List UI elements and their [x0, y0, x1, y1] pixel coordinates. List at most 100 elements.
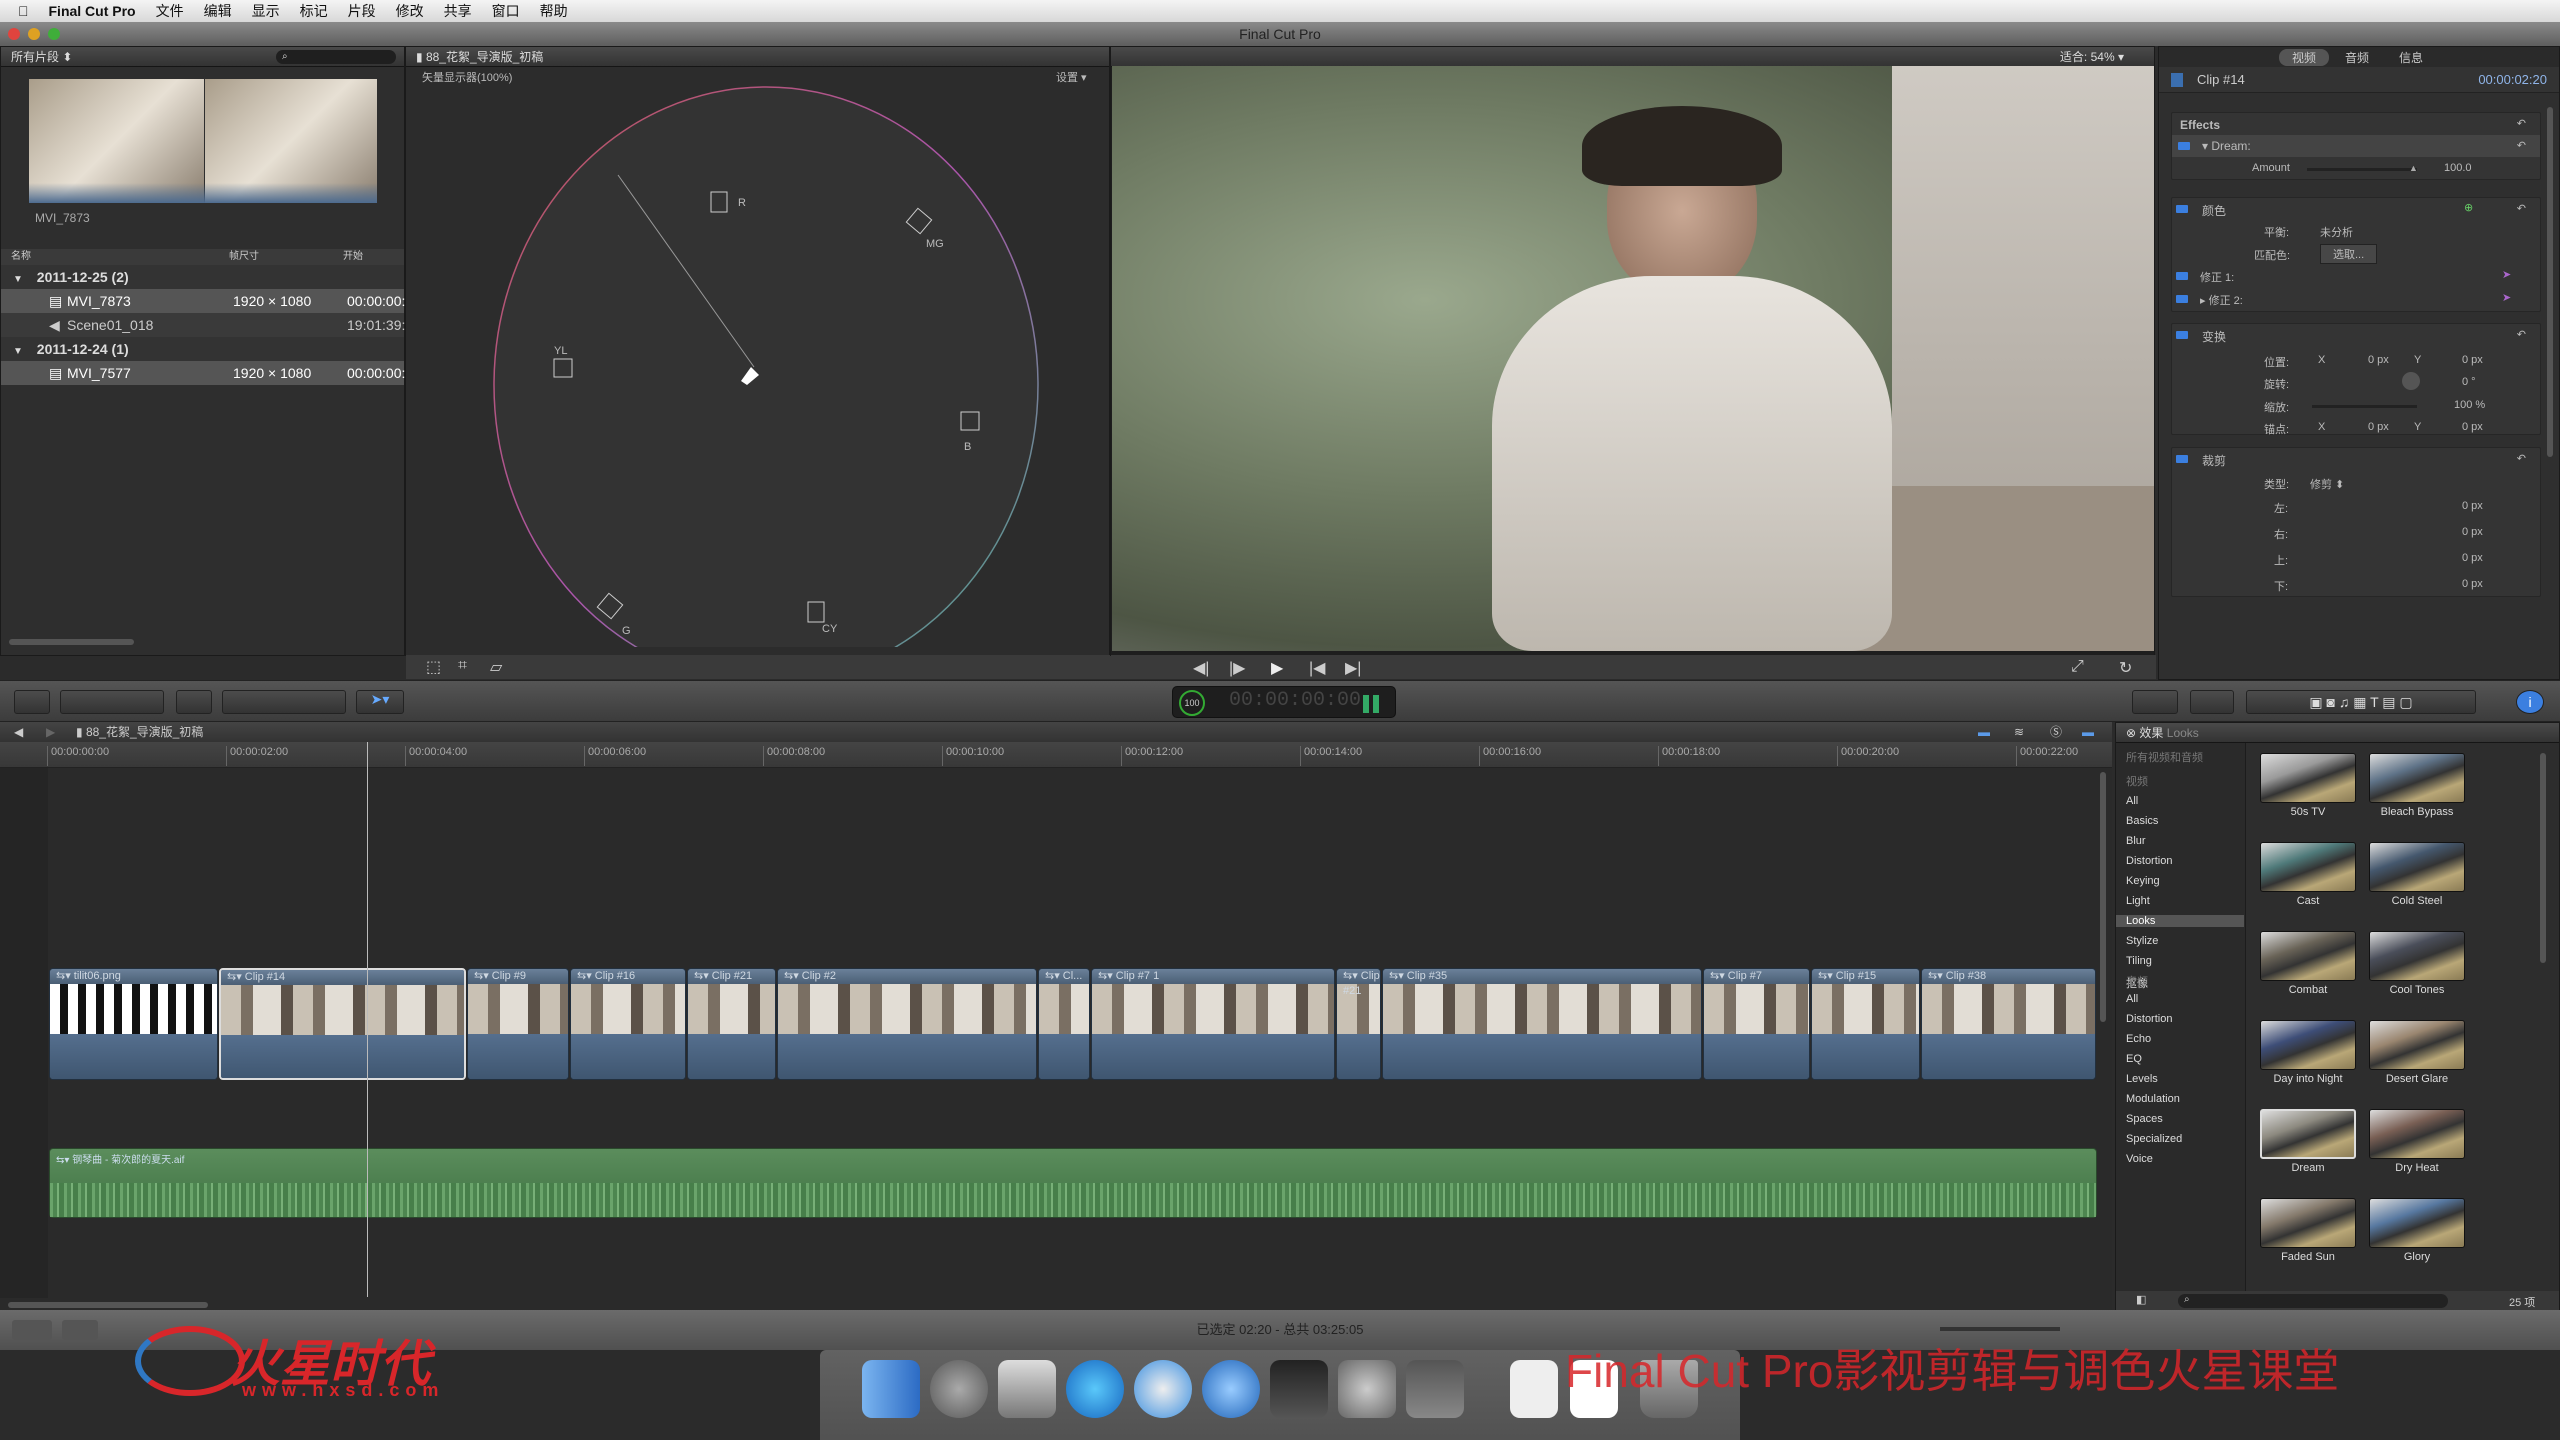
timeline-clip[interactable]: ⇆▾ tilit06.png [49, 968, 218, 1080]
crop-left-value[interactable]: 0 px [2462, 500, 2483, 512]
menu-app[interactable]: Final Cut Pro [49, 3, 136, 19]
add-correction-icon[interactable]: ⊕ [2464, 201, 2473, 214]
edit-buttons[interactable] [222, 690, 346, 714]
effect-category[interactable]: Voice [2126, 1153, 2153, 1165]
effect-category[interactable]: All [2126, 993, 2138, 1005]
go-end-icon[interactable]: ▶| [1345, 658, 1361, 678]
effect-category[interactable]: All [2126, 795, 2138, 807]
solo-icon[interactable]: Ⓢ [2050, 722, 2062, 742]
keyword-button[interactable] [176, 690, 212, 714]
list-item[interactable]: ▤ MVI_7577 1920 × 1080 00:00:00: [1, 361, 405, 385]
menu-modify[interactable]: 修改 [396, 1, 424, 21]
scale-slider[interactable] [2312, 405, 2417, 408]
reset-icon[interactable]: ↶ [2517, 328, 2526, 341]
effect-category[interactable]: Distortion [2126, 1013, 2172, 1025]
tab-audio[interactable]: 音频 [2345, 49, 2369, 66]
system-preferences-icon[interactable] [1338, 1360, 1396, 1418]
scale-value[interactable]: 100 % [2454, 399, 2485, 411]
effects-search-input[interactable]: ⌕ [2178, 1294, 2448, 1308]
close-effects-icon[interactable]: ⊗ [2126, 726, 2136, 740]
col-start[interactable]: 开始 [343, 249, 363, 265]
timeline-clip[interactable]: ⇆▾ Clip #15 [1811, 968, 1920, 1080]
col-name[interactable]: 名称 [11, 249, 31, 265]
crop-top-value[interactable]: 0 px [2462, 552, 2483, 564]
safari-icon[interactable] [1134, 1360, 1192, 1418]
inspector-toggle-icon[interactable]: i [2516, 690, 2544, 714]
zoom-button[interactable] [48, 28, 60, 40]
timeline-ruler[interactable]: 00:00:00:00 00:00:02:00 00:00:04:00 00:00:0… [0, 742, 2112, 768]
tab-video[interactable]: 视频 [2279, 49, 2329, 66]
timeline-clip[interactable]: ⇆▾ Clip #38 [1921, 968, 2096, 1080]
effect-category[interactable]: Spaces [2126, 1113, 2163, 1125]
menu-window[interactable]: 窗口 [492, 1, 520, 21]
effect-category[interactable]: Levels [2126, 1073, 2158, 1085]
reset-icon[interactable]: ↶ [2517, 452, 2526, 465]
effect-thumbnail[interactable]: Combat [2258, 931, 2358, 996]
crop-enable-checkbox[interactable] [2176, 455, 2188, 463]
amount-slider[interactable]: ▲ [2307, 163, 2418, 173]
effect-category[interactable]: Stylize [2126, 935, 2158, 947]
effect-thumbnail[interactable]: Cold Steel [2367, 842, 2467, 907]
effect-category[interactable]: Specialized [2126, 1133, 2182, 1145]
timeline-clip[interactable]: ⇆▾ Clip #21 [687, 968, 776, 1080]
effect-thumbnail[interactable]: Day into Night [2258, 1020, 2358, 1085]
back-icon[interactable]: ◀ [14, 722, 23, 742]
disclosure-icon[interactable]: ▼ [13, 346, 23, 357]
menu-clip[interactable]: 片段 [348, 1, 376, 21]
sidebar-toggle-icon[interactable]: ◧ [2136, 1293, 2146, 1306]
import-button[interactable] [14, 690, 50, 714]
select-tool-button[interactable]: ➤▾ [356, 690, 404, 714]
xml-file-icon[interactable] [1510, 1360, 1558, 1418]
color-board-icon[interactable]: ➤ [2502, 268, 2511, 281]
prev-frame-icon[interactable]: ◀| [1193, 658, 1209, 678]
zoom-dropdown[interactable]: 54% [2091, 50, 2115, 64]
final-cut-pro-icon[interactable] [1270, 1360, 1328, 1418]
crop-tool-icon[interactable]: ⌗ [458, 657, 467, 675]
audio-meter-button[interactable] [12, 1320, 52, 1340]
timecode-display[interactable]: 00:00:00:00 [1229, 689, 1361, 712]
tab-info[interactable]: 信息 [2399, 49, 2423, 66]
audio-skimming-icon[interactable]: ≋ [2014, 722, 2024, 742]
rotation-value[interactable]: 0 ° [2462, 376, 2476, 388]
playhead[interactable] [367, 742, 368, 1297]
effect-thumbnail[interactable]: Faded Sun [2258, 1198, 2358, 1263]
timeline-clip[interactable]: ⇆▾ Clip #7 1 [1091, 968, 1335, 1080]
motion-icon[interactable] [1406, 1360, 1464, 1418]
go-start-icon[interactable]: |◀ [1309, 658, 1325, 678]
timeline-clip[interactable]: ⇆▾ Cl... [1038, 968, 1090, 1080]
timeline-clip[interactable]: ⇆▾ Clip #21 [1336, 968, 1381, 1080]
timeline-scrollbar-horizontal[interactable] [8, 1302, 208, 1308]
menu-mark[interactable]: 标记 [300, 1, 328, 21]
skimming-icon[interactable]: ▬ [1978, 722, 1990, 742]
apple-icon[interactable]:  [18, 3, 29, 19]
reset-icon[interactable]: ↶ [2517, 202, 2526, 215]
app-store-icon[interactable] [1066, 1360, 1124, 1418]
transform-tool-icon[interactable]: ⬚ [426, 657, 441, 677]
timeline-clip[interactable]: ⇆▾ Clip #14 [219, 968, 466, 1080]
audio-clip[interactable]: ⇆▾ 钢琴曲 - 菊次郎的夏天.aif [49, 1148, 2097, 1218]
correction2-checkbox[interactable] [2176, 295, 2188, 303]
effect-category[interactable]: Looks [2116, 915, 2244, 927]
position-x[interactable]: 0 px [2368, 354, 2389, 366]
launchpad-icon[interactable] [930, 1360, 988, 1418]
loop-icon[interactable]: ↻ [2119, 658, 2132, 678]
browser-scrollbar[interactable] [9, 639, 134, 645]
list-item[interactable]: ▤ MVI_7873 1920 × 1080 00:00:00: [1, 289, 405, 313]
forward-icon[interactable]: ▶ [46, 722, 55, 742]
timeline-scrollbar-vertical[interactable] [2100, 772, 2106, 1022]
disclosure-icon[interactable]: ▼ [13, 274, 23, 285]
inspector-scrollbar[interactable] [2547, 107, 2553, 457]
menu-edit[interactable]: 编辑 [204, 1, 232, 21]
crop-right-value[interactable]: 0 px [2462, 526, 2483, 538]
reset-icon[interactable]: ↶ [2517, 139, 2526, 152]
effect-category[interactable]: Tiling [2126, 955, 2152, 967]
transform-enable-checkbox[interactable] [2176, 331, 2188, 339]
timeline-clip[interactable]: ⇆▾ Clip #35 [1382, 968, 1702, 1080]
clip-appearance-button[interactable] [62, 1320, 98, 1340]
enhance-buttons[interactable] [60, 690, 164, 714]
effect-thumbnail[interactable]: Cast [2258, 842, 2358, 907]
menu-view[interactable]: 显示 [252, 1, 280, 21]
minimize-button[interactable] [28, 28, 40, 40]
finder-icon[interactable] [862, 1360, 920, 1418]
effect-thumbnail[interactable]: Glory [2367, 1198, 2467, 1263]
